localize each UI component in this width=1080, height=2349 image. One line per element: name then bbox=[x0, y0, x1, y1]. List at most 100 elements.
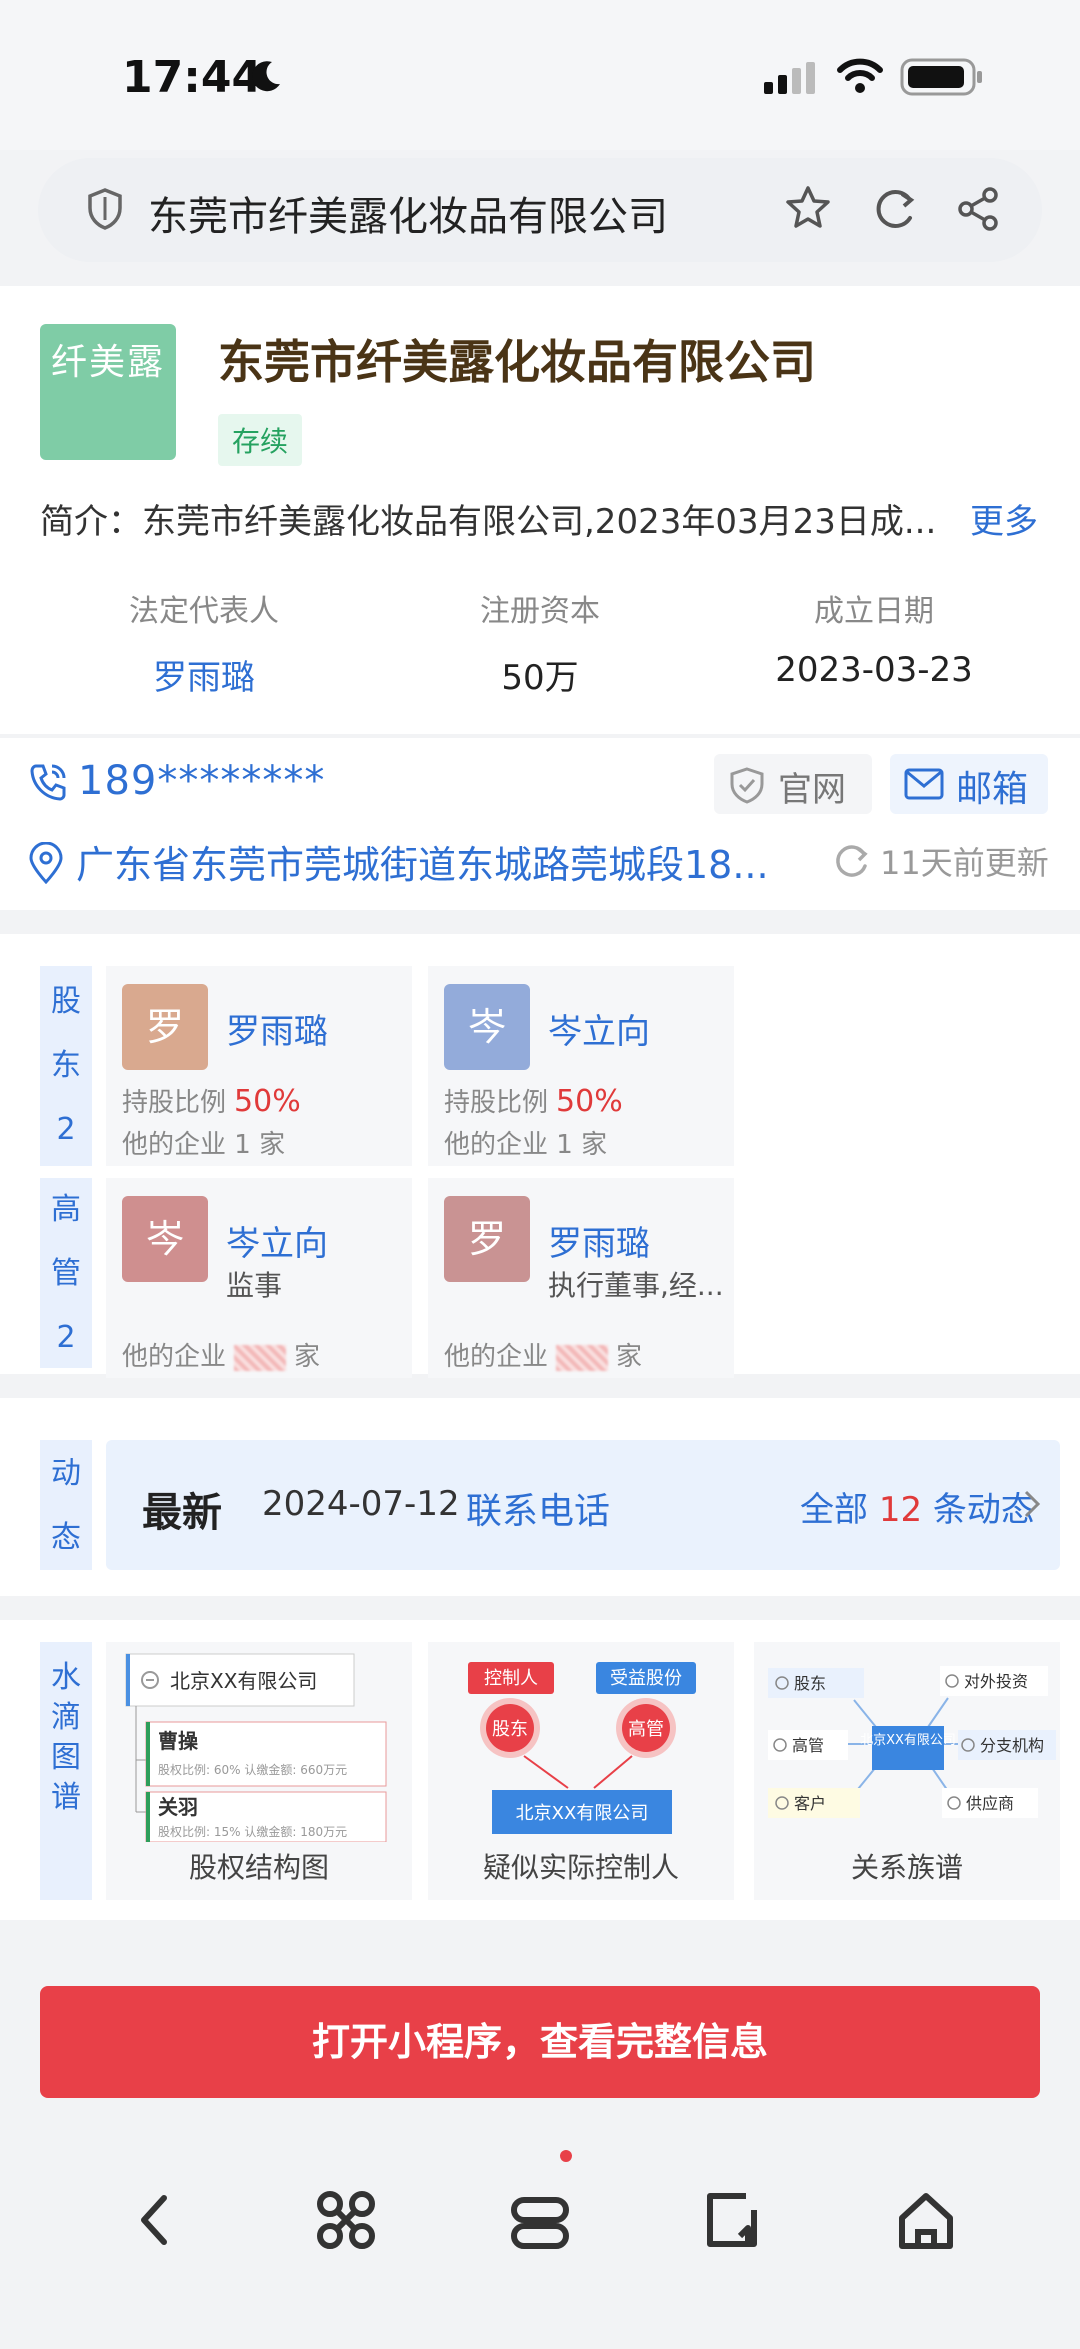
star-icon[interactable] bbox=[784, 184, 832, 232]
relation-node-6: 供应商 bbox=[966, 1794, 1014, 1813]
company-name: 东莞市纤美露化妆品有限公司 bbox=[218, 335, 816, 389]
avatar: 罗 bbox=[444, 1196, 530, 1282]
person-name[interactable]: 罗雨璐 bbox=[548, 1216, 650, 1265]
page-title: 东莞市纤美露化妆品有限公司 bbox=[148, 194, 668, 240]
company-logo: 纤美露 bbox=[40, 324, 176, 460]
dynamic-type: 联系电话 bbox=[466, 1491, 611, 1532]
controller-tag-2: 受益股份 bbox=[610, 1668, 682, 1689]
company-intro: 简介：东莞市纤美露化妆品有限公司,2023年03月23日成... bbox=[40, 502, 937, 542]
equity-person-2-info: 股权比例: 15% 认缴金额: 180万元 bbox=[158, 1824, 347, 1839]
address-bar[interactable]: 东莞市纤美露化妆品有限公司 bbox=[38, 158, 1042, 262]
other-companies: 他的企业家 bbox=[444, 1342, 643, 1372]
legal-representative-link[interactable]: 罗雨璐 bbox=[54, 650, 354, 699]
notification-dot bbox=[560, 2150, 572, 2162]
shareholders-label[interactable]: 股东2 bbox=[40, 966, 92, 1166]
tabs-icon[interactable] bbox=[490, 2170, 590, 2270]
company-header-card: 纤美露 东莞市纤美露化妆品有限公司 存续 简介：东莞市纤美露化妆品有限公司,20… bbox=[0, 286, 1080, 734]
update-time: 11天前更新 bbox=[880, 844, 1049, 882]
controller-company: 北京XX有限公司 bbox=[516, 1803, 649, 1824]
people-card: 股东2 高管2 罗 罗雨璐 持股比例 50% 他的企业 1 家 岑 岑立向 持股比… bbox=[0, 934, 1080, 1378]
intro-more-link[interactable]: 更多 bbox=[970, 494, 1038, 543]
all-dynamics-link[interactable]: 全部 12 条动态 bbox=[800, 1482, 1035, 1531]
command-icon[interactable] bbox=[296, 2170, 396, 2270]
controller-diagram: 控制人 受益股份 股东 高管 北京XX有限公司 bbox=[468, 1662, 696, 1834]
other-companies: 他的企业 1 家 bbox=[444, 1130, 608, 1160]
equity-person-1: 曹操 bbox=[158, 1729, 199, 1753]
address-link[interactable]: 广东省东莞市莞城街道东城路莞城段18... bbox=[76, 834, 776, 889]
field-value: 50万 bbox=[501, 658, 579, 698]
shareholder-card[interactable]: 罗 罗雨璐 持股比例 50% 他的企业 1 家 bbox=[106, 966, 412, 1166]
field-value: 2023-03-23 bbox=[775, 650, 973, 690]
signal-icon bbox=[764, 62, 815, 94]
equity-person-2: 关羽 bbox=[158, 1795, 198, 1819]
status-time: 17:44 bbox=[122, 52, 263, 103]
shareholder-card[interactable]: 岑 岑立向 持股比例 50% 他的企业 1 家 bbox=[428, 966, 734, 1166]
relation-node-4: 分支机构 bbox=[980, 1736, 1044, 1755]
refresh-icon bbox=[836, 845, 868, 877]
graph-caption: 股权结构图 bbox=[188, 1851, 329, 1884]
relation-diagram: 北京XX有限公司 股东 对外投资 高管 分支机构 客户 供应商 bbox=[768, 1666, 1056, 1818]
relation-node-1: 股东 bbox=[794, 1674, 826, 1693]
avatar: 岑 bbox=[444, 984, 530, 1070]
moon-icon bbox=[252, 61, 280, 92]
battery-icon bbox=[900, 58, 982, 96]
person-title: 监事 bbox=[226, 1269, 283, 1302]
person-name[interactable]: 岑立向 bbox=[548, 1004, 650, 1053]
relation-node-2: 对外投资 bbox=[964, 1672, 1028, 1691]
person-name[interactable]: 岑立向 bbox=[226, 1216, 328, 1265]
field-label: 成立日期 bbox=[814, 594, 934, 629]
graphs-card: 水滴图谱 北京XX有限公司 曹操 股权比例: 60% 认缴金额: 660万元 关… bbox=[0, 1620, 1080, 1920]
graphs-label: 水滴图谱 bbox=[40, 1642, 92, 1900]
dynamics-card: 动态 最新 2024-07-12 联系电话 全部 12 条动态 bbox=[0, 1398, 1080, 1596]
website-button[interactable]: 官网 bbox=[714, 754, 872, 814]
person-title: 执行董事,经... bbox=[548, 1269, 724, 1302]
legal-representative: 法定代表人 罗雨璐 bbox=[54, 586, 354, 699]
person-name[interactable]: 罗雨璐 bbox=[226, 1004, 328, 1053]
controller-tag-1: 控制人 bbox=[484, 1668, 538, 1689]
back-icon[interactable] bbox=[104, 2170, 204, 2270]
phone-number[interactable]: 189******** bbox=[78, 758, 325, 804]
other-companies: 他的企业 1 家 bbox=[122, 1130, 286, 1160]
blurred-count bbox=[556, 1344, 609, 1371]
status-badge: 存续 bbox=[218, 414, 303, 466]
latest-label: 最新 bbox=[142, 1490, 222, 1536]
avatar: 岑 bbox=[122, 1196, 208, 1282]
field-label: 法定代表人 bbox=[129, 594, 279, 629]
location-icon bbox=[29, 842, 63, 884]
new-tab-icon[interactable] bbox=[682, 2170, 782, 2270]
equity-structure-graph[interactable]: 北京XX有限公司 曹操 股权比例: 60% 认缴金额: 660万元 关羽 股权比… bbox=[106, 1642, 412, 1900]
relation-center: 北京XX有限公司 bbox=[860, 1733, 956, 1748]
website-label: 官网 bbox=[778, 770, 846, 810]
relation-node-5: 客户 bbox=[794, 1794, 826, 1813]
actual-controller-graph[interactable]: 控制人 受益股份 股东 高管 北京XX有限公司 疑似实际控制人 bbox=[428, 1642, 734, 1900]
controller-node-2: 高管 bbox=[628, 1719, 664, 1740]
status-bar: 17:44 bbox=[0, 0, 1080, 150]
open-mini-program-button[interactable]: 打开小程序，查看完整信息 bbox=[40, 1986, 1040, 2098]
registered-capital: 注册资本 50万 bbox=[390, 586, 690, 699]
equity-person-1-info: 股权比例: 60% 认缴金额: 660万元 bbox=[158, 1762, 347, 1777]
phone-icon bbox=[30, 764, 66, 801]
email-button[interactable]: 邮箱 bbox=[890, 754, 1048, 814]
share-ratio: 持股比例 50% bbox=[444, 1084, 623, 1119]
relation-graph[interactable]: 北京XX有限公司 股东 对外投资 高管 分支机构 客户 供应商 关系族谱 bbox=[754, 1642, 1060, 1900]
reload-icon[interactable] bbox=[872, 186, 918, 232]
shield-icon bbox=[88, 188, 122, 230]
chevron-right-icon bbox=[1024, 1490, 1041, 1518]
other-companies: 他的企业家 bbox=[122, 1342, 321, 1372]
equity-company: 北京XX有限公司 bbox=[170, 1669, 317, 1693]
blurred-count bbox=[234, 1344, 287, 1371]
share-icon[interactable] bbox=[956, 186, 1002, 232]
executives-label[interactable]: 高管2 bbox=[40, 1178, 92, 1368]
shield-check-icon bbox=[730, 767, 764, 804]
email-label: 邮箱 bbox=[956, 769, 1029, 810]
home-icon[interactable] bbox=[876, 2170, 976, 2270]
avatar: 罗 bbox=[122, 984, 208, 1070]
latest-dynamic[interactable]: 最新 2024-07-12 联系电话 全部 12 条动态 bbox=[106, 1440, 1060, 1570]
dynamics-label: 动态 bbox=[40, 1440, 92, 1570]
dynamic-date: 2024-07-12 bbox=[262, 1484, 460, 1524]
founding-date: 成立日期 2023-03-23 bbox=[724, 586, 1024, 690]
executive-card[interactable]: 罗 罗雨璐 执行董事,经... 他的企业家 bbox=[428, 1178, 734, 1378]
executive-card[interactable]: 岑 岑立向 监事 他的企业家 bbox=[106, 1178, 412, 1378]
graph-caption: 疑似实际控制人 bbox=[482, 1851, 679, 1884]
browser-toolbar bbox=[0, 2130, 1080, 2349]
